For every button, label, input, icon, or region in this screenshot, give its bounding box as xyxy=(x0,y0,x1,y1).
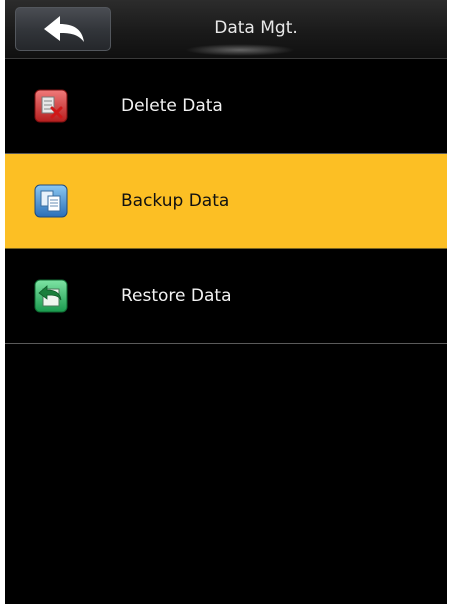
menu-item-backup-data[interactable]: Backup Data xyxy=(5,154,447,249)
device-screen: Data Mgt. Delete Data Backup Data Restor… xyxy=(5,0,447,604)
title-underline-glow xyxy=(185,44,295,56)
menu-item-delete-data[interactable]: Delete Data xyxy=(5,59,447,154)
restore-data-icon xyxy=(34,279,68,313)
back-button[interactable] xyxy=(15,7,111,51)
menu-item-label: Restore Data xyxy=(121,286,232,306)
menu-item-restore-data[interactable]: Restore Data xyxy=(5,249,447,344)
delete-data-icon xyxy=(34,89,68,123)
back-arrow-icon xyxy=(44,16,84,42)
data-mgt-menu: Delete Data Backup Data Restore Data xyxy=(5,59,447,344)
menu-item-label: Backup Data xyxy=(121,191,230,211)
header-bar: Data Mgt. xyxy=(5,0,447,59)
menu-item-label: Delete Data xyxy=(121,96,223,116)
backup-data-icon xyxy=(34,184,68,218)
